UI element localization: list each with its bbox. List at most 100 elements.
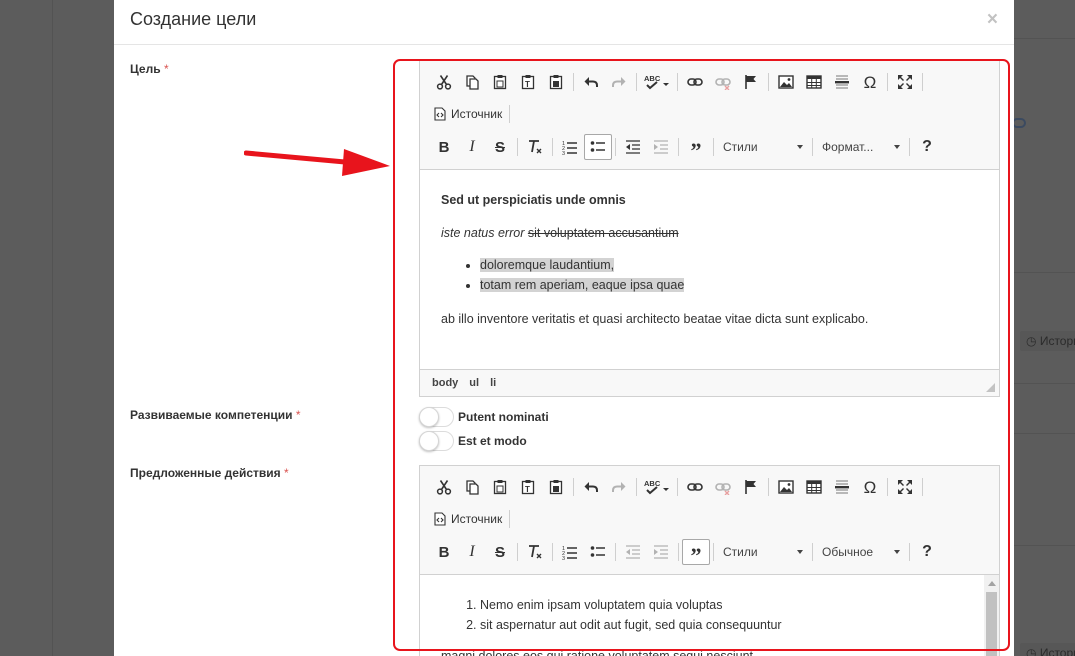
history-button[interactable]: ◷ Истори [1020, 331, 1075, 351]
horizontal-rule-icon[interactable] [828, 474, 856, 500]
maximize-icon[interactable] [891, 69, 919, 95]
editor-scrollbar[interactable] [984, 575, 999, 656]
cut-icon[interactable] [430, 474, 458, 500]
editor-toolbar-row: Источник [430, 101, 513, 127]
format-dropdown[interactable]: Формат... [816, 135, 906, 159]
toggle-switch[interactable] [419, 407, 454, 427]
competency-toggle[interactable]: Est et modo [419, 431, 527, 451]
maximize-icon[interactable] [891, 474, 919, 500]
table-icon[interactable] [800, 69, 828, 95]
history-button[interactable]: ◷ Истори [1020, 643, 1075, 656]
italic-text: iste natus error [441, 226, 528, 240]
paste-text-icon[interactable]: T [514, 69, 542, 95]
numbered-list-icon[interactable]: 123 [556, 134, 584, 160]
special-char-icon[interactable]: Ω [856, 69, 884, 95]
path-item[interactable]: li [490, 377, 496, 389]
help-icon[interactable]: ? [913, 539, 941, 565]
close-button[interactable]: × [987, 9, 998, 31]
image-icon[interactable] [772, 69, 800, 95]
redo-icon[interactable] [605, 69, 633, 95]
outdent-icon[interactable] [619, 134, 647, 160]
paste-text-icon[interactable]: T [514, 474, 542, 500]
toggle-switch[interactable] [419, 431, 454, 451]
format-dropdown-label: Формат... [822, 140, 874, 154]
table-icon[interactable] [800, 474, 828, 500]
toolbar-separator [677, 73, 678, 91]
content-heading: Sed ut perspiciatis unde omnis [441, 193, 626, 207]
strikethrough-icon[interactable]: S [486, 134, 514, 160]
bold-icon[interactable]: B [430, 134, 458, 160]
horizontal-rule-icon[interactable] [828, 69, 856, 95]
source-button[interactable]: Источник [430, 101, 506, 127]
outdent-icon[interactable] [619, 539, 647, 565]
format-dropdown[interactable]: Обычное [816, 540, 906, 564]
undo-icon[interactable] [577, 69, 605, 95]
help-icon[interactable]: ? [913, 134, 941, 160]
paste-icon[interactable] [486, 474, 514, 500]
toolbar-separator [552, 543, 553, 561]
competency-toggle[interactable]: Putent nominati [419, 407, 549, 427]
blockquote-icon[interactable]: ” [682, 134, 710, 162]
path-item[interactable]: ul [469, 377, 479, 389]
bold-icon[interactable]: B [430, 539, 458, 565]
toolbar-separator [573, 478, 574, 496]
required-mark: * [163, 62, 169, 76]
styles-dropdown[interactable]: Стили [717, 135, 809, 159]
copy-icon[interactable] [458, 69, 486, 95]
bulleted-list: doloremque laudantium, totam rem aperiam… [480, 255, 685, 295]
paste-word-icon[interactable] [542, 474, 570, 500]
path-item[interactable]: body [432, 377, 458, 389]
spellcheck-icon[interactable]: ABC [640, 474, 674, 500]
indent-icon[interactable] [647, 134, 675, 160]
indent-icon[interactable] [647, 539, 675, 565]
anchor-flag-icon[interactable] [737, 69, 765, 95]
unlink-icon[interactable] [709, 69, 737, 95]
italic-icon[interactable]: I [458, 134, 486, 160]
toolbar-separator [887, 478, 888, 496]
chevron-down-icon [894, 145, 900, 149]
actions-editor-content[interactable]: Nemo enim ipsam voluptatem quia voluptas… [420, 574, 999, 656]
goal-editor-content[interactable]: Sed ut perspiciatis unde omnis iste natu… [420, 169, 999, 371]
scroll-up-arrow[interactable] [988, 581, 996, 586]
copy-icon[interactable] [458, 474, 486, 500]
scroll-thumb[interactable] [986, 592, 997, 656]
unlink-icon[interactable] [709, 474, 737, 500]
undo-icon[interactable] [577, 474, 605, 500]
toolbar-separator [922, 73, 923, 91]
remove-format-icon[interactable] [521, 539, 549, 565]
editor-toolbar-row: T ABC Ω [430, 474, 926, 500]
toolbar-separator [768, 73, 769, 91]
spellcheck-icon[interactable]: ABC [640, 69, 674, 95]
styles-dropdown[interactable]: Стили [717, 540, 809, 564]
paste-icon[interactable] [486, 69, 514, 95]
paste-word-icon[interactable] [542, 69, 570, 95]
goal-label-text: Цель [130, 62, 161, 76]
bulleted-list-icon[interactable] [584, 539, 612, 565]
toolbar-separator [678, 543, 679, 561]
list-item-text: doloremque laudantium, [480, 258, 615, 272]
svg-text:3: 3 [562, 556, 565, 560]
source-button[interactable]: Источник [430, 506, 506, 532]
toolbar-separator [509, 510, 511, 528]
link-icon[interactable] [681, 474, 709, 500]
special-char-icon[interactable]: Ω [856, 474, 884, 500]
content-paragraph: ab illo inventore veritatis et quasi arc… [441, 312, 869, 326]
goal-editor: T ABC Ω Источник B I S 1 2 3 ” Стили Фор… [419, 60, 1000, 397]
required-mark: * [283, 466, 289, 480]
link-icon[interactable] [681, 69, 709, 95]
resize-handle[interactable] [986, 383, 995, 392]
numbered-list-icon[interactable]: 123 [556, 539, 584, 565]
remove-format-icon[interactable] [521, 134, 549, 160]
bulleted-list-icon[interactable] [584, 134, 612, 160]
strikethrough-text: sit voluptatem accusantium [527, 226, 679, 240]
image-icon[interactable] [772, 474, 800, 500]
competency-label: Putent nominati [458, 410, 549, 424]
italic-icon[interactable]: I [458, 539, 486, 565]
cut-icon[interactable] [430, 69, 458, 95]
redo-icon[interactable] [605, 474, 633, 500]
anchor-flag-icon[interactable] [737, 474, 765, 500]
blockquote-icon[interactable]: ” [682, 539, 710, 567]
strikethrough-icon[interactable]: S [486, 539, 514, 565]
svg-text:3: 3 [562, 151, 565, 155]
toggle-knob [419, 431, 439, 451]
